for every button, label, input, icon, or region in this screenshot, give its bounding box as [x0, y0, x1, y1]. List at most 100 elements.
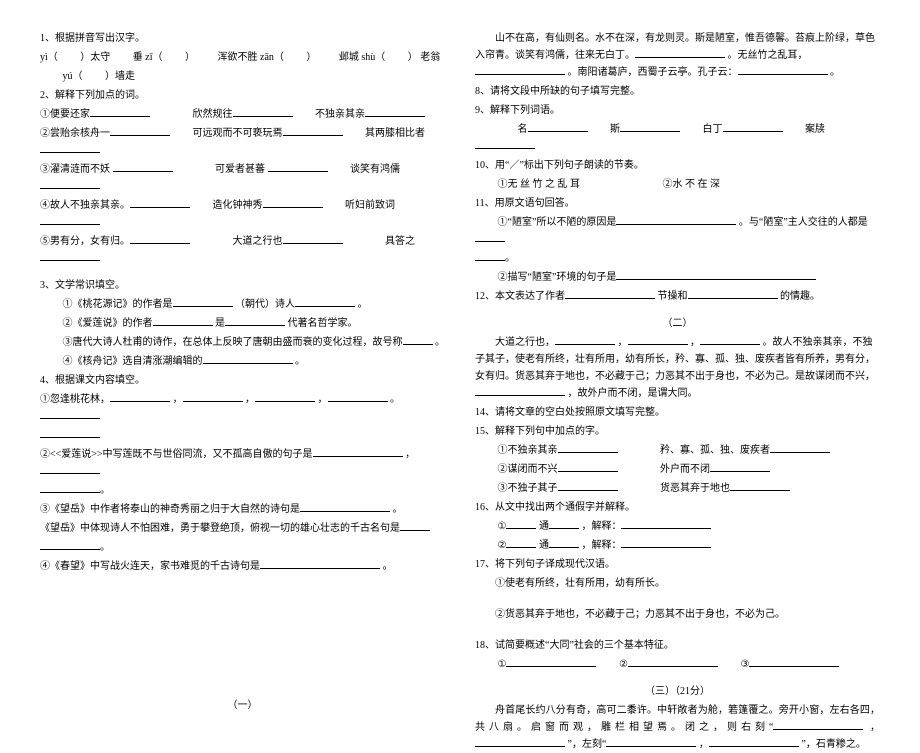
blank[interactable] [558, 480, 618, 491]
q9: 9、解释下列词语。 [475, 102, 880, 119]
blank[interactable] [606, 736, 696, 747]
blank[interactable] [635, 47, 725, 58]
blank[interactable] [506, 656, 596, 667]
passage3: 舟首尾长约八分有奇，高可二黍许。中轩敞者为舱，箬篷覆之。旁开小窗，左右各四，共八… [475, 702, 880, 753]
q15: 15、解释下列句中加点的字。 [475, 423, 880, 440]
blank[interactable] [506, 537, 536, 548]
blank[interactable] [40, 463, 100, 474]
blank[interactable] [233, 106, 293, 117]
blank[interactable] [616, 214, 736, 225]
blank[interactable] [621, 518, 711, 529]
blank[interactable] [173, 296, 233, 307]
q3-title: 3、文学常识填空。 [40, 277, 445, 294]
blank[interactable] [403, 334, 433, 345]
blank[interactable] [528, 121, 588, 132]
blank[interactable] [40, 482, 100, 493]
blank[interactable] [113, 161, 173, 172]
blank[interactable] [475, 64, 565, 75]
blank[interactable] [749, 656, 839, 667]
blank[interactable] [90, 106, 150, 117]
blank[interactable] [260, 558, 380, 569]
blank[interactable] [283, 233, 343, 244]
q16: 16、从文中找出两个通假字并解释。 [475, 499, 880, 516]
blank[interactable] [628, 656, 718, 667]
blank[interactable] [268, 161, 328, 172]
blank[interactable] [549, 537, 579, 548]
blank[interactable] [40, 178, 100, 189]
blank[interactable] [506, 518, 536, 529]
blank[interactable] [475, 250, 505, 261]
q4-1: ①忽逢桃花林， ， ， ， 。 [40, 391, 445, 425]
blank[interactable] [40, 408, 100, 419]
blank[interactable] [475, 736, 565, 747]
blank[interactable] [475, 231, 505, 242]
blank[interactable] [688, 288, 778, 299]
q3-1: ①《桃花源记》的作者是 （朝代）诗人 。 [40, 296, 445, 313]
blank[interactable] [130, 197, 190, 208]
section-2-title: （二） [475, 315, 880, 332]
blank[interactable] [365, 106, 425, 117]
blank[interactable] [621, 537, 711, 548]
q4-4: ④《春望》中写战火连天，家书难觅的千古诗句是 。 [40, 558, 445, 575]
passage2: 大道之行也， ， ， 。故人不独亲其亲，不独子其子，使老有所终，壮有所用，幼有所… [475, 334, 880, 402]
blank[interactable] [40, 142, 100, 153]
blank[interactable] [110, 125, 170, 136]
q4-2: ②<<爱莲说>>中写莲既不与世俗同流，又不孤高自傲的句子是 ， [40, 446, 445, 480]
q12: 12、本文表达了作者 节操和 的情趣。 [475, 288, 880, 305]
section-3-title: （三）（21分） [475, 683, 880, 700]
blank[interactable] [225, 315, 285, 326]
blank[interactable] [255, 391, 315, 402]
q2-5: ⑤男有分，女有归。 大道之行也 具答之 [40, 233, 445, 267]
q1-title: 1、根据拼音写出汉字。 [40, 30, 445, 47]
blank[interactable] [300, 501, 390, 512]
blank[interactable] [40, 214, 100, 225]
q18-items: ① ② ③ [475, 656, 880, 673]
blank[interactable] [328, 391, 388, 402]
blank[interactable] [558, 442, 618, 453]
blank[interactable] [475, 385, 565, 396]
q18: 18、试简要概述“大同”社会的三个基本特征。 [475, 637, 880, 654]
blank[interactable] [730, 480, 790, 491]
blank[interactable] [203, 353, 293, 364]
blank[interactable] [558, 461, 618, 472]
blank[interactable] [700, 334, 760, 345]
blank[interactable] [400, 520, 430, 531]
blank[interactable] [773, 719, 863, 730]
blank[interactable] [475, 138, 535, 149]
right-column: 山不在高，有仙则名。水不在深，有龙则灵。斯是陋室，惟吾德馨。苔痕上阶绿，草色入帘… [475, 30, 880, 620]
blank[interactable] [283, 125, 343, 136]
blank[interactable] [130, 233, 190, 244]
q17: 17、将下列句子译成现代汉语。 [475, 556, 880, 573]
blank[interactable] [153, 315, 213, 326]
blank[interactable] [313, 446, 403, 457]
blank[interactable] [183, 391, 243, 402]
blank[interactable] [565, 288, 655, 299]
q16-2: ② 通 ，解释： [475, 537, 880, 554]
blank[interactable] [723, 121, 783, 132]
blank[interactable] [549, 518, 579, 529]
blank[interactable] [738, 64, 828, 75]
q9-items: 名 斯 白丁 案牍 [475, 121, 880, 155]
blank[interactable] [709, 736, 799, 747]
q10: 10、用“／”标出下列句子朗读的节奏。 [475, 157, 880, 174]
q8: 8、请将文段中所缺的句子填写完整。 [475, 83, 880, 100]
blank[interactable] [710, 461, 770, 472]
q11: 11、用原文语句回答。 [475, 195, 880, 212]
q2-4: ④故人不独亲其亲。 造化钟神秀 听妇前致词 [40, 197, 445, 231]
blank[interactable] [40, 539, 100, 550]
blank[interactable] [770, 442, 830, 453]
blank[interactable] [40, 250, 100, 261]
q2-3: ③濯清涟而不妖 可爱者甚蕃 谈笑有鸿儒 [40, 161, 445, 195]
q3-3: ③唐代大诗人杜甫的诗作，在总体上反映了唐朝由盛而衰的变化过程，故号称 。 [40, 334, 445, 351]
blank[interactable] [263, 197, 323, 208]
q17-1: ①使老有所终，壮有所用，幼有所长。 [475, 575, 880, 592]
left-column: 1、根据拼音写出汉字。 yì（ ）太守 垂 zī（ ） 浑欲不胜 zān（ ） … [40, 30, 445, 620]
blank[interactable] [616, 269, 816, 280]
blank[interactable] [620, 121, 680, 132]
blank[interactable] [555, 334, 615, 345]
blank[interactable] [295, 296, 355, 307]
blank[interactable] [110, 391, 170, 402]
blank[interactable] [628, 334, 688, 345]
blank[interactable] [40, 427, 100, 438]
q15-3: ③不独子其子 货恶其弃于地也 [475, 480, 880, 497]
